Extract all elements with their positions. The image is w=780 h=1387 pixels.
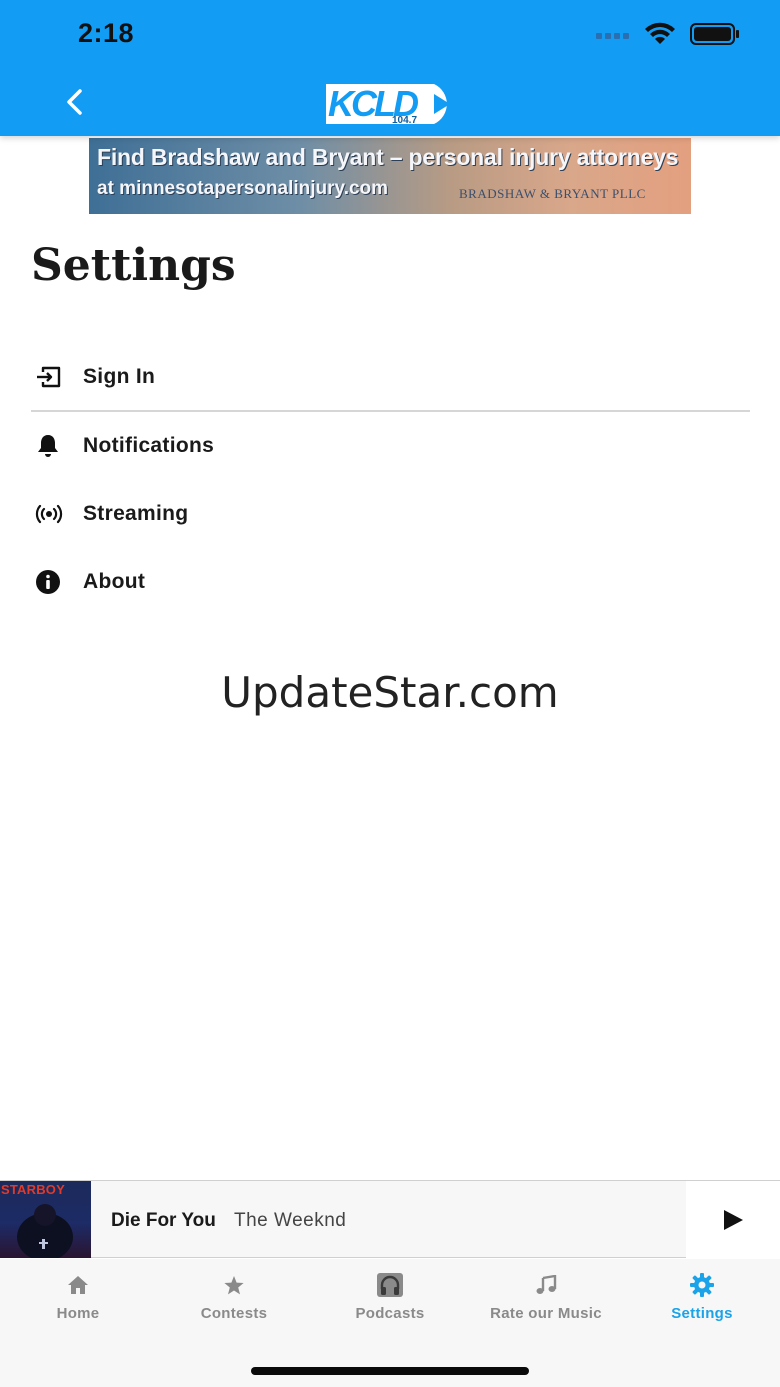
ad-url: at minnesotapersonalinjury.com xyxy=(97,178,389,199)
track-artist: The Weeknd xyxy=(234,1210,347,1231)
track-title: Die For You xyxy=(111,1210,216,1231)
ad-headline: Find Bradshaw and Bryant – personal inju… xyxy=(97,144,679,170)
bell-icon xyxy=(31,433,83,459)
headphones-icon xyxy=(377,1273,403,1297)
svg-text:104.7: 104.7 xyxy=(392,115,417,126)
settings-item-streaming[interactable]: Streaming xyxy=(31,480,750,548)
tab-label: Podcasts xyxy=(355,1305,425,1322)
tab-settings[interactable]: Settings xyxy=(624,1259,780,1339)
tab-rate-our-music[interactable]: Rate our Music xyxy=(468,1259,624,1339)
battery-icon xyxy=(690,23,739,45)
wifi-icon xyxy=(645,22,675,44)
gear-icon xyxy=(690,1273,714,1297)
sign-in-icon xyxy=(31,366,83,388)
broadcast-icon xyxy=(31,504,83,524)
settings-item-about[interactable]: About xyxy=(31,548,750,616)
tab-label: Contests xyxy=(200,1305,268,1322)
settings-item-label: About xyxy=(83,570,146,593)
play-icon xyxy=(724,1209,743,1230)
settings-list: Sign In Notifications Streaming About xyxy=(31,344,750,616)
album-art: STARBOY xyxy=(0,1181,91,1258)
tab-contests[interactable]: Contests xyxy=(156,1259,312,1339)
chevron-left-icon xyxy=(67,89,82,115)
back-button[interactable] xyxy=(56,82,92,122)
app-header: 2:18 KCLD 104.7 xyxy=(0,0,780,136)
tab-podcasts[interactable]: Podcasts xyxy=(312,1259,468,1339)
home-icon xyxy=(67,1273,89,1297)
tab-home[interactable]: Home xyxy=(0,1259,156,1339)
status-time: 2:18 xyxy=(78,18,135,48)
music-note-icon xyxy=(535,1273,557,1297)
watermark: UpdateStar.com xyxy=(221,668,559,717)
settings-item-label: Sign In xyxy=(83,365,156,388)
cellular-signal-icon xyxy=(596,33,629,39)
tab-bar: Home Contests Podcasts Rate our Music Se… xyxy=(0,1259,780,1387)
settings-item-label: Notifications xyxy=(83,434,215,457)
settings-item-sign-in[interactable]: Sign In xyxy=(31,344,750,412)
settings-item-label: Streaming xyxy=(83,502,189,525)
tab-label: Home xyxy=(56,1305,100,1322)
settings-item-notifications[interactable]: Notifications xyxy=(31,412,750,480)
info-icon xyxy=(31,569,83,595)
now-playing-bar[interactable]: STARBOY Die For You The Weeknd xyxy=(0,1180,780,1258)
status-icons xyxy=(596,22,740,46)
tab-label: Rate our Music xyxy=(490,1305,602,1322)
page-title: Settings xyxy=(31,240,236,291)
ad-banner[interactable]: Find Bradshaw and Bryant – personal inju… xyxy=(89,138,691,214)
tab-label: Settings xyxy=(671,1305,733,1322)
ad-brand: BRADSHAW & BRYANT PLLC xyxy=(459,186,646,201)
station-logo: KCLD 104.7 xyxy=(326,83,450,126)
home-indicator xyxy=(251,1367,529,1375)
play-button[interactable] xyxy=(686,1181,780,1258)
star-icon xyxy=(223,1273,245,1297)
